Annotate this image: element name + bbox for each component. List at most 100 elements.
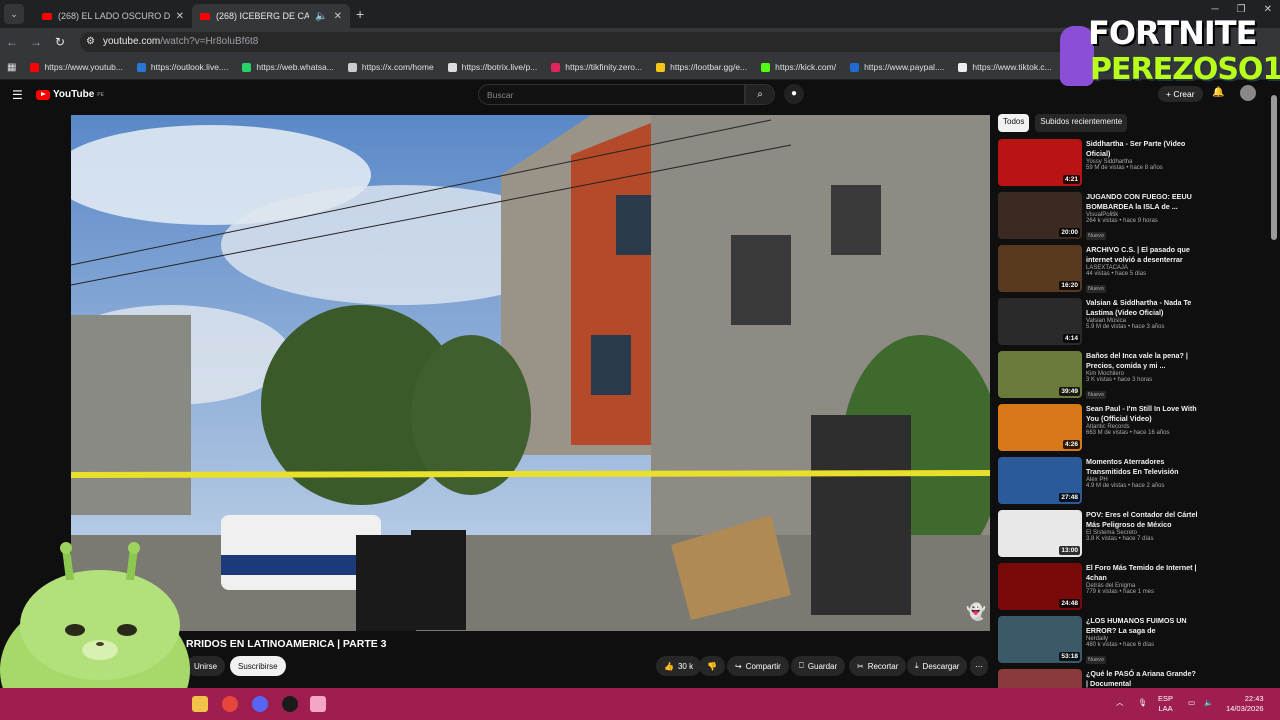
clip-button[interactable]: ✂ Recortar — [849, 656, 907, 676]
video-thumbnail[interactable]: 27:48 — [998, 457, 1082, 504]
recommendation-title[interactable]: Momentos Aterradores Transmitidos En Tel… — [1086, 457, 1198, 476]
video-thumbnail[interactable] — [998, 669, 1082, 690]
recommendation-title[interactable]: ¿LOS HUMANOS FUIMOS UN ERROR? La saga de… — [1086, 616, 1198, 635]
recommendation-title[interactable]: POV: Eres el Contador del Cártel Más Pel… — [1086, 510, 1198, 529]
apps-icon[interactable]: ▦ — [0, 62, 23, 73]
join-button[interactable]: Unirse — [186, 656, 226, 676]
video-thumbnail[interactable]: 13:00 — [998, 510, 1082, 557]
bookmark-favicon-icon — [551, 62, 561, 72]
recommendation-item[interactable]: 13:00 POV: Eres el Contador del Cártel Má… — [998, 510, 1268, 563]
like-button[interactable]: 👍 30 k — [656, 656, 702, 676]
search-input[interactable]: Buscar — [478, 84, 745, 105]
view-meta: 3 K vistas • hace 3 horas — [1086, 377, 1153, 383]
stream-overlay-logo: FORTNITE PEREZOSO1 — [1060, 14, 1280, 94]
chip-recent[interactable]: Subidos recientemente — [1035, 114, 1128, 132]
language: ESP — [1158, 694, 1174, 703]
recommendation-title[interactable]: JUGANDO CON FUEGO: EEUU BOMBARDEA la ISL… — [1086, 192, 1198, 211]
url-field[interactable]: ⚙ youtube.com/watch?v=Hr8oluBf6t8 — [80, 31, 1080, 52]
video-thumbnail[interactable]: 4:14 — [998, 298, 1082, 345]
bookmark-label: https://web.whatsa... — [256, 62, 334, 72]
recommendation-item[interactable]: 4:14 Valsian & Siddhartha - Nada Te Lasti… — [998, 298, 1268, 351]
recommendation-info: POV: Eres el Contador del Cártel Más Pel… — [1086, 510, 1256, 563]
video-thumbnail[interactable]: 39:49 — [998, 351, 1082, 398]
bookmark-item[interactable]: https://www.paypal.... — [843, 62, 951, 72]
reload-icon[interactable]: ↻ — [48, 35, 72, 49]
back-icon[interactable]: ← — [0, 35, 24, 49]
search-button[interactable]: ⌕ — [745, 84, 775, 105]
duration-badge: 4:21 — [1062, 175, 1080, 184]
subscribe-button[interactable]: Suscribirse — [230, 656, 286, 676]
duration-badge: 13:00 — [1059, 546, 1080, 555]
recommendation-title[interactable]: ¿Qué le PASÓ a Ariana Grande? | Document… — [1086, 669, 1198, 688]
close-tab-icon[interactable]: ✕ — [334, 11, 342, 22]
bookmark-item[interactable]: https://web.whatsa... — [235, 62, 340, 72]
recommendation-item[interactable]: 24:48 El Foro Más Temido de Internet | 4c… — [998, 563, 1268, 616]
recommendation-title[interactable]: Baños del Inca vale la pena? | Precios, … — [1086, 351, 1198, 370]
bookmark-item[interactable]: https://botrix.live/p... — [441, 62, 545, 72]
page-scrollbar[interactable] — [1271, 95, 1277, 240]
video-thumbnail[interactable]: 16:20 — [998, 245, 1082, 292]
file-explorer-icon[interactable] — [192, 696, 208, 712]
tray-chevron-icon[interactable]: ︿ — [1116, 698, 1124, 708]
app-icon[interactable] — [310, 696, 326, 712]
clock[interactable]: 22:43 14/03/2026 — [1226, 694, 1264, 714]
bookmark-item[interactable]: https://outlook.live.... — [130, 62, 235, 72]
recommendation-title[interactable]: El Foro Más Temido de Internet | 4chan — [1086, 563, 1198, 582]
video-thumbnail[interactable]: 4:26 — [998, 404, 1082, 451]
recommendation-item[interactable]: 4:21 Siddhartha - Ser Parte (Video Oficia… — [998, 139, 1268, 192]
download-button[interactable]: ⤓ Descargar — [907, 656, 968, 676]
network-icon[interactable]: ▭ — [1188, 698, 1195, 708]
obs-icon[interactable] — [282, 696, 298, 712]
video-thumbnail[interactable]: 53:18 — [998, 616, 1082, 663]
bookmark-item[interactable]: https://kick.com/ — [754, 62, 843, 72]
close-tab-icon[interactable]: ✕ — [176, 11, 184, 22]
download-label: Descargar — [922, 661, 960, 671]
new-tab-button[interactable]: + — [356, 6, 364, 22]
bookmark-item[interactable]: https://www.youtub... — [23, 62, 129, 72]
video-thumbnail[interactable]: 4:21 — [998, 139, 1082, 186]
bookmark-label: https://x.com/home — [361, 62, 434, 72]
video-player[interactable] — [71, 115, 990, 631]
recommendation-item[interactable]: 20:00 JUGANDO CON FUEGO: EEUU BOMBARDEA l… — [998, 192, 1268, 245]
bookmark-item[interactable]: https://x.com/home — [341, 62, 441, 72]
tab-search-button[interactable]: ⌄ — [4, 4, 24, 24]
recommendation-item[interactable]: 16:20 ARCHIVO C.S. | El pasado que intern… — [998, 245, 1268, 298]
site-info-icon[interactable]: ⚙ — [86, 36, 95, 47]
search-icon: ⌕ — [757, 89, 763, 100]
bookmark-label: https://www.youtub... — [44, 62, 123, 72]
share-button[interactable]: ↪ Compartir — [727, 656, 789, 676]
recommendation-item[interactable]: 53:18 ¿LOS HUMANOS FUIMOS UN ERROR? La sa… — [998, 616, 1268, 669]
microphone-icon: ● — [790, 88, 798, 99]
recommendation-title[interactable]: Siddhartha - Ser Parte (Video Oficial) — [1086, 139, 1198, 158]
save-button[interactable]: ⎕ Guardar — [791, 656, 846, 676]
bookmark-label: https://kick.com/ — [775, 62, 837, 72]
video-thumbnail[interactable]: 24:48 — [998, 563, 1082, 610]
recommendation-title[interactable]: Valsian & Siddhartha - Nada Te Lastima (… — [1086, 298, 1198, 317]
recommendation-item[interactable]: 39:49 Baños del Inca vale la pena? | Prec… — [998, 351, 1268, 404]
dislike-button[interactable]: 👎 — [699, 656, 725, 676]
discord-icon[interactable] — [252, 696, 268, 712]
video-thumbnail[interactable]: 20:00 — [998, 192, 1082, 239]
bookmark-item[interactable]: https://www.tiktok.c... — [951, 62, 1058, 72]
recommendation-title[interactable]: Sean Paul - I'm Still In Love With You (… — [1086, 404, 1198, 423]
menu-icon[interactable]: ☰ — [12, 88, 23, 102]
chip-all[interactable]: Todos — [998, 114, 1030, 132]
youtube-logo[interactable]: YouTube PE — [36, 89, 104, 100]
chrome-icon[interactable] — [222, 696, 238, 712]
volume-icon[interactable]: 🔈 — [1204, 698, 1213, 708]
recommendation-list: 4:21 Siddhartha - Ser Parte (Video Oficia… — [998, 139, 1268, 690]
recommendation-item[interactable]: 4:26 Sean Paul - I'm Still In Love With Y… — [998, 404, 1268, 457]
microphone-tray-icon[interactable]: 🎙 — [1138, 698, 1148, 708]
speaker-icon[interactable]: 🔈 — [315, 11, 327, 22]
browser-tab-2[interactable]: (268) ICEBERG DE CASOS O 🔈 ✕ — [192, 4, 350, 28]
voice-search-button[interactable]: ● — [784, 84, 804, 104]
more-actions-button[interactable]: ⋯ — [970, 656, 988, 676]
recommendation-title[interactable]: ARCHIVO C.S. | El pasado que internet vo… — [1086, 245, 1198, 264]
bookmark-item[interactable]: https://tikfinity.zero... — [544, 62, 649, 72]
recommendation-item[interactable]: ¿Qué le PASÓ a Ariana Grande? | Document… — [998, 669, 1268, 690]
forward-icon[interactable]: → — [24, 35, 48, 49]
browser-tab-1[interactable]: (268) EL LADO OSCURO DE LO: ✕ — [34, 4, 192, 28]
recommendation-item[interactable]: 27:48 Momentos Aterradores Transmitidos E… — [998, 457, 1268, 510]
bookmark-item[interactable]: https://lootbar.gg/e... — [649, 62, 754, 72]
language-indicator[interactable]: ESP LAA — [1158, 694, 1173, 714]
